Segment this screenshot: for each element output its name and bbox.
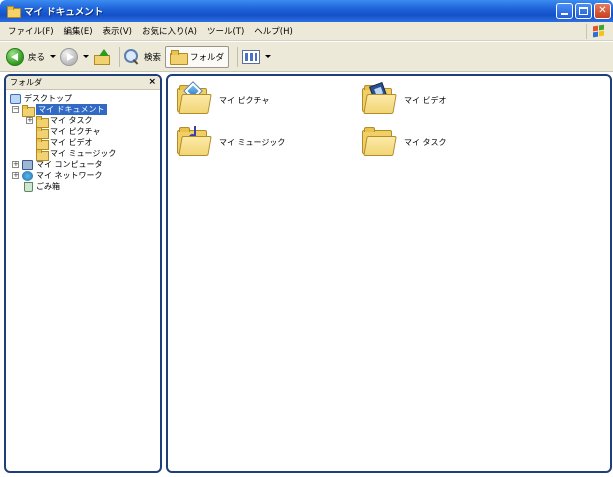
menu-edit[interactable]: 編集(E)	[60, 25, 99, 37]
expand-toggle[interactable]: +	[12, 161, 19, 168]
tree-item-label: ごみ箱	[36, 182, 60, 191]
tree-item-desktop[interactable]: デスクトップ	[6, 93, 160, 104]
folder-icon	[362, 126, 397, 158]
folder-front	[178, 136, 212, 156]
tree-item-label: マイ ビデオ	[50, 138, 93, 147]
recycle-bin-icon	[24, 181, 33, 192]
close-icon[interactable]: ×	[148, 76, 156, 88]
back-arrow-icon	[6, 47, 24, 66]
folder-tab	[364, 127, 375, 132]
folder-icon	[22, 104, 35, 117]
content-item-my-videos[interactable]: マイ ビデオ	[362, 82, 447, 116]
toolbar-divider	[119, 46, 121, 67]
content-item-my-tasks[interactable]: マイ タスク	[362, 126, 447, 158]
content-item-my-music[interactable]: マイ ミュージック	[177, 126, 285, 158]
maximize-button[interactable]	[575, 3, 592, 19]
folder-pane-header: フォルダ ×	[6, 76, 160, 90]
tree-item-label: マイ ネットワーク	[36, 171, 103, 180]
logo-yellow-pane	[599, 30, 604, 37]
tree-item-my-music[interactable]: マイ ミュージック	[6, 148, 160, 161]
tree-item-label: デスクトップ	[24, 94, 72, 103]
tree-item-label: マイ ミュージック	[50, 149, 117, 158]
tree-item-my-documents[interactable]: − マイ ドキュメント	[6, 104, 160, 117]
tree-item-label: マイ コンピュータ	[36, 160, 103, 169]
chevron-down-icon	[83, 55, 90, 58]
up-folder-icon	[93, 48, 111, 66]
folder-pane-title: フォルダ	[10, 78, 42, 87]
views-icon	[242, 49, 261, 64]
views-button[interactable]	[242, 45, 272, 69]
content-pane: マイ ピクチャ マイ ビデオ マイ ミュージック マイ タスク	[166, 74, 612, 473]
tree-item-my-network[interactable]: + マイ ネットワーク	[6, 170, 160, 181]
menu-tools[interactable]: ツール(T)	[203, 25, 250, 37]
computer-icon	[22, 159, 33, 170]
desktop-icon	[10, 93, 21, 104]
menu-help[interactable]: ヘルプ(H)	[250, 25, 299, 37]
folder-pane: フォルダ × デスクトップ − マイ ドキュメント + マイ タスク マイ ピク…	[4, 74, 162, 473]
menu-file[interactable]: ファイル(F)	[4, 25, 60, 37]
back-button[interactable]: 戻る	[6, 45, 57, 69]
pictures-folder-icon	[36, 126, 49, 139]
back-label: 戻る	[28, 52, 46, 63]
chevron-down-icon	[50, 55, 57, 58]
search-button[interactable]: 検索	[124, 45, 161, 69]
windows-logo-icon	[586, 24, 606, 39]
expand-toggle[interactable]: +	[26, 117, 33, 124]
menu-view[interactable]: 表示(V)	[99, 25, 138, 37]
search-icon	[124, 48, 140, 65]
folders-label: フォルダ	[190, 52, 225, 63]
content-item-label: マイ ビデオ	[404, 95, 447, 105]
logo-blue-pane	[593, 31, 598, 38]
folder-front	[363, 136, 397, 156]
minimize-icon	[561, 13, 568, 15]
tree-item-my-computer[interactable]: + マイ コンピュータ	[6, 159, 160, 170]
content-item-label: マイ ミュージック	[219, 137, 286, 147]
close-button[interactable]: ✕	[594, 3, 611, 19]
chevron-down-icon	[265, 55, 272, 58]
logo-red-pane	[593, 25, 598, 32]
tree-item-recycle-bin[interactable]: ごみ箱	[6, 181, 160, 192]
tree-item-my-pictures[interactable]: マイ ピクチャ	[6, 126, 160, 139]
minimize-button[interactable]	[556, 3, 573, 19]
tree-item-label: マイ ドキュメント	[36, 104, 107, 115]
music-folder-icon	[177, 126, 212, 158]
videos-folder-icon	[362, 82, 397, 116]
videos-folder-icon	[36, 137, 49, 150]
network-icon	[22, 170, 33, 181]
pictures-folder-icon	[177, 81, 212, 116]
expand-toggle[interactable]: +	[12, 172, 19, 179]
tree-item-my-videos[interactable]: マイ ビデオ	[6, 137, 160, 150]
up-arrow	[99, 48, 110, 56]
logo-green-pane	[599, 24, 604, 31]
toolbar-divider	[237, 46, 239, 67]
forward-button[interactable]	[60, 45, 90, 69]
folders-button[interactable]: フォルダ	[165, 45, 230, 68]
folder-icon	[170, 50, 189, 65]
music-folder-icon	[36, 148, 49, 161]
up-folder-button[interactable]	[93, 45, 111, 69]
content-item-my-pictures[interactable]: マイ ピクチャ	[177, 81, 270, 116]
tree-item-my-tasks[interactable]: + マイ タスク	[6, 115, 160, 128]
toolbar: 戻る 検索 フォルダ	[0, 42, 613, 72]
window-title: マイ ドキュメント	[24, 7, 104, 18]
maximize-icon	[579, 7, 588, 15]
tree-item-label: マイ ピクチャ	[50, 127, 101, 136]
folder-icon	[7, 6, 21, 18]
menu-favorites[interactable]: お気に入り(A)	[138, 25, 203, 37]
tree-item-label: マイ タスク	[50, 116, 93, 125]
up-folder-body	[94, 54, 111, 65]
menu-bar: ファイル(F) 編集(E) 表示(V) お気に入り(A) ツール(T) ヘルプ(…	[0, 22, 613, 41]
window-controls: ✕	[556, 3, 611, 19]
content-item-label: マイ ピクチャ	[219, 95, 270, 105]
folder-tree: デスクトップ − マイ ドキュメント + マイ タスク マイ ピクチャ マイ ビ…	[6, 90, 160, 192]
close-icon: ✕	[598, 5, 607, 16]
folder-front	[363, 94, 397, 114]
collapse-toggle[interactable]: −	[12, 106, 19, 113]
title-bar[interactable]: マイ ドキュメント ✕	[0, 0, 613, 22]
folder-front	[178, 94, 212, 114]
search-label: 検索	[144, 52, 162, 63]
folder-icon	[36, 115, 49, 128]
content-item-label: マイ タスク	[404, 137, 447, 147]
forward-arrow-icon	[60, 47, 79, 66]
